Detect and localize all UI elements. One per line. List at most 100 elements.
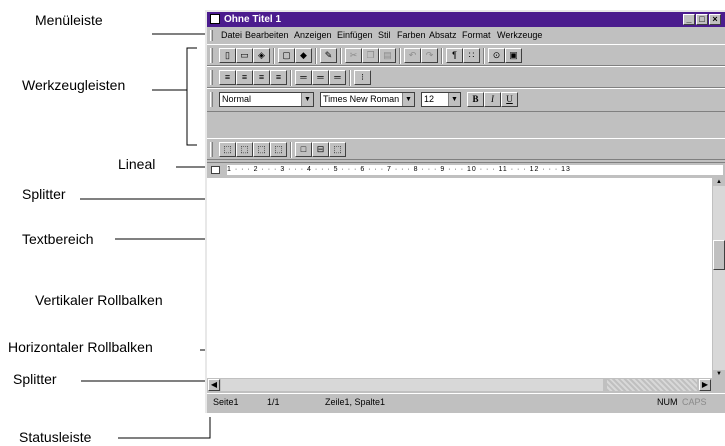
table-grid-icon[interactable]: ∷ (463, 48, 480, 63)
toolbar-separator (441, 48, 443, 64)
toolbar-separator (290, 142, 292, 158)
toolbar-separator (349, 70, 351, 86)
print-preview-icon[interactable]: ▢ (278, 48, 295, 63)
label-splitter-bottom: Splitter (13, 371, 57, 387)
toolbar-grip[interactable] (210, 92, 213, 107)
frame-inner-icon[interactable]: ⊟ (312, 142, 329, 157)
menu-bearbeiten[interactable]: Bearbeiten (245, 30, 289, 40)
menu-einfuegen[interactable]: Einfügen (337, 30, 373, 40)
status-num: NUM (657, 397, 678, 407)
vertical-scrollbar[interactable]: ▲ ▼ (713, 178, 725, 378)
vertical-scroll-thumb[interactable] (713, 240, 725, 270)
chevron-down-icon[interactable]: ▼ (448, 93, 460, 106)
scroll-down-icon[interactable]: ▼ (713, 370, 725, 378)
style-select[interactable]: Normal ▼ (219, 92, 314, 107)
maximize-button[interactable]: □ (696, 14, 708, 25)
bold-button[interactable]: B (467, 92, 484, 107)
label-lineal: Lineal (118, 156, 156, 172)
menu-anzeigen[interactable]: Anzeigen (294, 30, 332, 40)
toolbar-separator (340, 48, 342, 64)
menu-datei[interactable]: Datei (221, 30, 242, 40)
format-toolbar: Normal ▼ Times New Roman ▼ 12 ▼ B I U (207, 88, 725, 112)
app-icon (210, 14, 220, 24)
standard-toolbar: ▯ ▭ ◈ ▢ ◆ ✎ ✂ ❐ ▤ ↶ ↷ ¶ ∷ ⊙ ▣ (207, 44, 725, 66)
scroll-left-icon[interactable]: ◀ (208, 379, 220, 391)
align-right-icon[interactable]: ≡ (253, 70, 270, 85)
frame-top-icon[interactable]: ⬚ (236, 142, 253, 157)
redo-icon[interactable]: ↷ (421, 48, 438, 63)
toolbar-grip[interactable] (210, 142, 213, 157)
toolbar-separator (399, 48, 401, 64)
toolbar-separator (315, 48, 317, 64)
clock-icon[interactable]: ⊙ (488, 48, 505, 63)
spellcheck-icon[interactable]: ✎ (320, 48, 337, 63)
toolbar-grip[interactable] (210, 48, 213, 63)
minimize-button[interactable]: _ (683, 14, 695, 25)
line-statusleiste (118, 417, 211, 439)
horizontal-scrollbar[interactable]: ◀ ▶ (207, 378, 725, 392)
font-size-select[interactable]: 12 ▼ (421, 92, 461, 107)
line-spacing-double-icon[interactable]: ═ (329, 70, 346, 85)
scroll-right-icon[interactable]: ▶ (699, 379, 711, 391)
close-button[interactable]: × (709, 14, 721, 25)
menu-format[interactable]: Format (462, 30, 491, 40)
underline-button[interactable]: U (501, 92, 518, 107)
menu-werkzeuge[interactable]: Werkzeuge (497, 30, 542, 40)
bullet-list-icon[interactable]: ⁝ (354, 70, 371, 85)
ruler-scale: 1 · · · 2 · · · 3 · · · 4 · · · 5 · · · … (227, 165, 723, 175)
paste-icon[interactable]: ▤ (379, 48, 396, 63)
ruler[interactable]: 1 · · · 2 · · · 3 · · · 4 · · · 5 · · · … (207, 162, 725, 176)
paragraph-marks-icon[interactable]: ¶ (446, 48, 463, 63)
frame-bottom-icon[interactable]: ⬚ (270, 142, 287, 157)
chevron-down-icon[interactable]: ▼ (402, 93, 414, 106)
justify-icon[interactable]: ≡ (270, 70, 287, 85)
align-center-icon[interactable]: ≡ (236, 70, 253, 85)
undo-icon[interactable]: ↶ (404, 48, 421, 63)
status-bar: Seite1 1/1 Zeile1, Spalte1 NUM CAPS (207, 393, 725, 411)
label-splitter-top: Splitter (22, 186, 66, 202)
toolbar-grip[interactable] (210, 70, 213, 85)
line-spacing-single-icon[interactable]: ═ (295, 70, 312, 85)
status-caps: CAPS (682, 397, 707, 407)
horizontal-splitter[interactable] (607, 379, 697, 391)
label-vertikaler-rollbalken: Vertikaler Rollbalken (35, 292, 163, 308)
copy-icon[interactable]: ❐ (362, 48, 379, 63)
frame-right-icon[interactable]: ⬚ (253, 142, 270, 157)
label-textbereich: Textbereich (22, 231, 94, 247)
menu-farben[interactable]: Farben (397, 30, 426, 40)
toolbar-separator (273, 48, 275, 64)
new-document-icon[interactable]: ▯ (219, 48, 236, 63)
frame-toolbar: ⬚ ⬚ ⬚ ⬚ □ ⊟ ⬚ (207, 138, 725, 160)
font-select[interactable]: Times New Roman ▼ (320, 92, 415, 107)
label-menueleiste: Menüleiste (35, 12, 103, 28)
align-left-icon[interactable]: ≡ (219, 70, 236, 85)
scroll-up-icon[interactable]: ▲ (713, 178, 725, 186)
frame-icon[interactable]: ▣ (505, 48, 522, 63)
frame-none-icon[interactable]: ⬚ (329, 142, 346, 157)
save-icon[interactable]: ◈ (253, 48, 270, 63)
horizontal-scroll-track[interactable] (221, 379, 603, 391)
frame-left-icon[interactable]: ⬚ (219, 142, 236, 157)
window-title: Ohne Titel 1 (224, 14, 282, 25)
font-select-value: Times New Roman (323, 94, 400, 104)
status-pages: 1/1 (267, 397, 280, 407)
font-size-value: 12 (424, 94, 435, 104)
toolbar-separator (483, 48, 485, 64)
text-area[interactable] (207, 178, 712, 378)
chevron-down-icon[interactable]: ▼ (301, 93, 313, 106)
line-spacing-onehalf-icon[interactable]: ═ (312, 70, 329, 85)
open-folder-icon[interactable]: ▭ (236, 48, 253, 63)
label-werkzeugleisten: Werkzeugleisten (22, 77, 126, 93)
menu-stil[interactable]: Stil (378, 30, 391, 40)
bracket-werkzeugleisten (186, 47, 197, 146)
menu-grip[interactable] (210, 30, 213, 41)
app-window: Ohne Titel 1 _ □ × Datei Bearbeiten Anze… (205, 10, 725, 413)
label-horizontaler-rollbalken: Horizontaler Rollbalken (8, 339, 153, 355)
menu-absatz[interactable]: Absatz (429, 30, 457, 40)
frame-outer-icon[interactable]: □ (295, 142, 312, 157)
print-icon[interactable]: ◆ (295, 48, 312, 63)
cut-icon[interactable]: ✂ (345, 48, 362, 63)
menu-bar: Datei Bearbeiten Anzeigen Einfügen Stil … (207, 28, 725, 43)
tab-stop-icon[interactable] (211, 166, 220, 174)
italic-button[interactable]: I (484, 92, 501, 107)
